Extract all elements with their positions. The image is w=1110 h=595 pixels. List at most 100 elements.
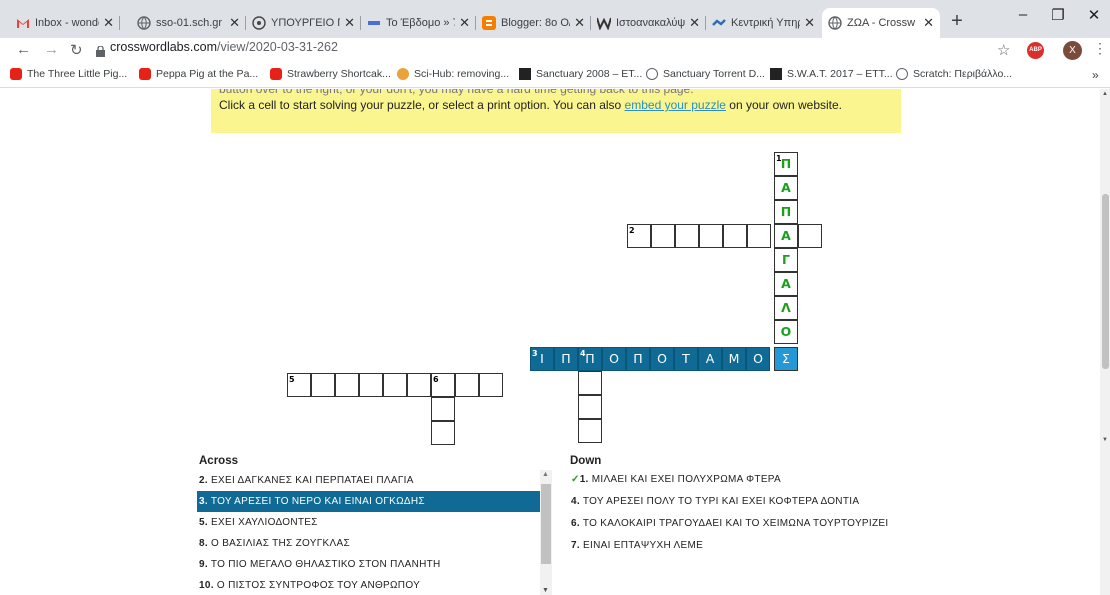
grid-cell-active-word[interactable]: Τ xyxy=(674,347,698,371)
scroll-up-arrow-icon[interactable]: ▲ xyxy=(1102,91,1108,97)
grid-cell[interactable]: 1Π xyxy=(774,152,798,176)
grid-cell-selected[interactable]: Σ xyxy=(774,347,798,371)
grid-cell[interactable]: 6 xyxy=(431,373,455,397)
close-tab-icon[interactable]: ✕ xyxy=(103,15,114,31)
scroll-down-arrow-icon[interactable]: ▼ xyxy=(542,587,549,594)
restore-button[interactable]: ❐ xyxy=(1038,6,1078,24)
grid-cell-active-word[interactable]: 4Π xyxy=(578,347,602,371)
tab-gmail[interactable]: Inbox - wonde ✕ xyxy=(10,8,120,38)
page-scroll-thumb[interactable] xyxy=(1102,194,1109,369)
tab-ministry[interactable]: ΥΠΟΥΡΓΕΙΟ Π ✕ xyxy=(246,8,361,38)
profile-avatar[interactable]: X xyxy=(1063,41,1082,60)
grid-cell[interactable] xyxy=(675,224,699,248)
grid-cell[interactable] xyxy=(479,373,503,397)
minimize-button[interactable]: – xyxy=(1003,6,1043,23)
tab-crossword[interactable]: ΖΩΑ - Crossw ✕ xyxy=(822,8,940,38)
grid-cell[interactable]: Α xyxy=(774,224,798,248)
scroll-up-arrow-icon[interactable]: ▲ xyxy=(542,471,549,478)
bookmark-item[interactable]: S.W.A.T. 2017 – ETT... xyxy=(770,68,893,80)
grid-cell[interactable] xyxy=(359,373,383,397)
across-clue[interactable]: 10. Ο ΠΙΣΤΟΣ ΣΥΝΤΡΟΦΟΣ ΤΟΥ ΑΝΘΡΩΠΟΥ xyxy=(197,575,540,595)
across-clue[interactable]: 2. ΕΧΕΙ ΔΑΓΚΑΝΕΣ ΚΑΙ ΠΕΡΠΑΤΑΕΙ ΠΛΑΓΙΑ xyxy=(197,470,540,491)
grid-cell-active-word[interactable]: Α xyxy=(698,347,722,371)
grid-cell[interactable] xyxy=(407,373,431,397)
grid-cell[interactable] xyxy=(723,224,747,248)
grid-cell[interactable]: Λ xyxy=(774,296,798,320)
more-bookmarks-icon[interactable]: » xyxy=(1092,68,1099,82)
down-clue[interactable]: 6. ΤΟ ΚΑΛΟΚΑΙΡΙ ΤΡΑΓΟΥΔΑΕΙ ΚΑΙ ΤΟ ΧΕΙΜΩΝ… xyxy=(569,514,929,536)
grid-cell[interactable] xyxy=(578,419,602,443)
grid-cell-active-word[interactable]: 3Ι xyxy=(530,347,554,371)
across-clue-list: 2. ΕΧΕΙ ΔΑΓΚΑΝΕΣ ΚΑΙ ΠΕΡΠΑΤΑΕΙ ΠΛΑΓΙΑ 3.… xyxy=(197,470,540,595)
bookmark-item[interactable]: Sci-Hub: removing... xyxy=(397,68,509,80)
adblock-icon[interactable]: ABP xyxy=(1027,42,1044,59)
clue-list-scrollbar[interactable]: ▲ ▼ xyxy=(540,470,552,595)
reload-icon[interactable]: ↻ xyxy=(70,41,83,59)
grid-cell[interactable] xyxy=(431,397,455,421)
grid-cell[interactable] xyxy=(578,371,602,395)
grid-cell-active-word[interactable]: Ο xyxy=(602,347,626,371)
tab-sso[interactable]: sso-01.sch.gr ✕ xyxy=(131,8,246,38)
address-bar[interactable]: crosswordlabs.com/view/2020-03-31-262 xyxy=(110,40,338,54)
tab-title: sso-01.sch.gr xyxy=(156,17,223,29)
close-tab-icon[interactable]: ✕ xyxy=(923,15,934,31)
grid-cell[interactable] xyxy=(383,373,407,397)
close-tab-icon[interactable]: ✕ xyxy=(459,15,470,31)
bookmark-item[interactable]: Sanctuary Torrent D... xyxy=(646,68,765,80)
tab-blogger[interactable]: Blogger: 8ο Ο/ ✕ xyxy=(476,8,591,38)
grid-cell-active-word[interactable]: Μ xyxy=(722,347,746,371)
tab-kentriki[interactable]: Κεντρική Υπηρ ✕ xyxy=(706,8,821,38)
grid-cell[interactable]: Α xyxy=(774,176,798,200)
grid-cell[interactable]: Ο xyxy=(774,320,798,344)
new-tab-button[interactable]: + xyxy=(946,10,968,33)
down-clue[interactable]: 4. ΤΟΥ ΑΡΕΣΕΙ ΠΟΛΥ ΤΟ ΤΥΡΙ ΚΑΙ ΕΧΕΙ ΚΟΦΤ… xyxy=(569,492,929,514)
across-clue-active[interactable]: 3. ΤΟΥ ΑΡΕΣΕΙ ΤΟ ΝΕΡΟ ΚΑΙ ΕΙΝΑΙ ΟΓΚΩΔΗΣ xyxy=(197,491,540,512)
bookmarks-bar: The Three Little Pig... Peppa Pig at the… xyxy=(0,64,1110,88)
close-tab-icon[interactable]: ✕ xyxy=(689,15,700,31)
embed-puzzle-link[interactable]: embed your puzzle xyxy=(625,98,726,112)
clue-num: 6. xyxy=(571,518,580,529)
scroll-down-arrow-icon[interactable]: ▼ xyxy=(1102,437,1108,443)
grid-cell[interactable]: Α xyxy=(774,272,798,296)
grid-cell[interactable] xyxy=(431,421,455,445)
clue-list-scroll-thumb[interactable] xyxy=(541,484,551,564)
grid-cell[interactable] xyxy=(311,373,335,397)
grid-cell-active-word[interactable]: Π xyxy=(626,347,650,371)
close-tab-icon[interactable]: ✕ xyxy=(574,15,585,31)
down-clue[interactable]: 7. ΕΙΝΑΙ ΕΠΤΑΨΥΧΗ ΛΕΜΕ xyxy=(569,536,929,558)
bookmark-item[interactable]: Strawberry Shortcak... xyxy=(270,68,391,80)
across-clue[interactable]: 5. ΕΧΕΙ ΧΑΥΛΙΟΔΟΝΤΕΣ xyxy=(197,512,540,533)
tab-blog[interactable]: Το Έβδομο » 7 ✕ xyxy=(361,8,476,38)
down-clue[interactable]: ✓1. ΜΙΛΑΕΙ ΚΑΙ ΕΧΕΙ ΠΟΛΥΧΡΩΜΑ ΦΤΕΡΑ xyxy=(569,470,929,492)
across-clue[interactable]: 8. Ο ΒΑΣΙΛΙΑΣ ΤΗΣ ΖΟΥΓΚΛΑΣ xyxy=(197,533,540,554)
bookmark-item[interactable]: Peppa Pig at the Pa... xyxy=(139,68,258,80)
grid-cell[interactable] xyxy=(335,373,359,397)
grid-cell-active-word[interactable]: Π xyxy=(554,347,578,371)
star-icon[interactable]: ☆ xyxy=(997,41,1010,59)
grid-cell[interactable] xyxy=(798,224,822,248)
page-scrollbar[interactable]: ▲ ▼ xyxy=(1100,89,1110,595)
close-tab-icon[interactable]: ✕ xyxy=(229,15,240,31)
bookmark-item[interactable]: Sanctuary 2008 – ET... xyxy=(519,68,642,80)
forward-arrow-icon[interactable]: → xyxy=(44,41,59,58)
grid-cell-active-word[interactable]: Ο xyxy=(650,347,674,371)
grid-cell[interactable] xyxy=(455,373,479,397)
across-clue[interactable]: 9. ΤΟ ΠΙΟ ΜΕΓΑΛΟ ΘΗΛΑΣΤΙΚΟ ΣΤΟΝ ΠΛΑΝΗΤΗ xyxy=(197,554,540,575)
close-tab-icon[interactable]: ✕ xyxy=(804,15,815,31)
grid-cell[interactable] xyxy=(578,395,602,419)
grid-cell[interactable]: Γ xyxy=(774,248,798,272)
bookmark-item[interactable]: The Three Little Pig... xyxy=(10,68,127,80)
grid-cell[interactable]: 5 xyxy=(287,373,311,397)
bookmark-item[interactable]: Scratch: Περιβάλλο... xyxy=(896,68,1012,80)
grid-cell-active-word[interactable]: Ο xyxy=(746,347,770,371)
grid-cell[interactable]: 2 xyxy=(627,224,651,248)
back-arrow-icon[interactable]: ← xyxy=(16,41,31,58)
close-tab-icon[interactable]: ✕ xyxy=(344,15,355,31)
close-window-button[interactable]: ✕ xyxy=(1074,6,1110,24)
tab-istoanakalypsi[interactable]: Ιστοανακαλύψ ✕ xyxy=(591,8,706,38)
menu-icon[interactable]: ⋮ xyxy=(1093,40,1107,57)
grid-cell[interactable] xyxy=(651,224,675,248)
grid-cell[interactable] xyxy=(699,224,723,248)
grid-cell[interactable] xyxy=(747,224,771,248)
grid-cell[interactable]: Π xyxy=(774,200,798,224)
